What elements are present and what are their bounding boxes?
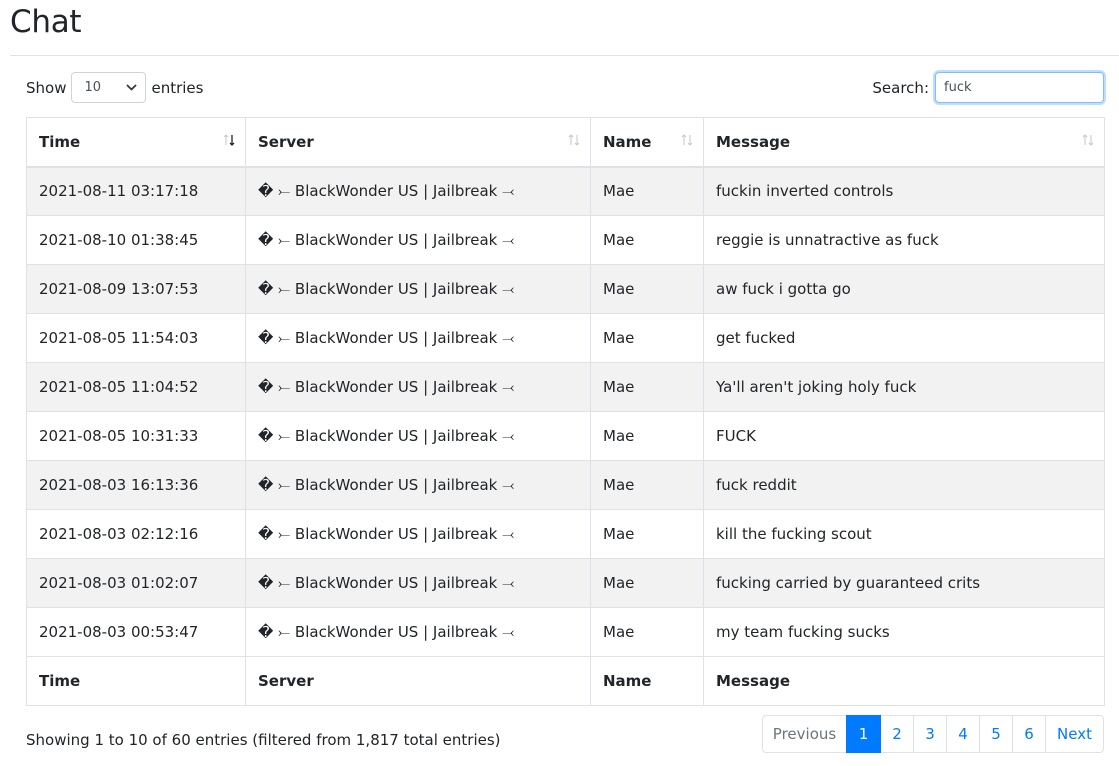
page-button-6[interactable]: 6: [1012, 715, 1046, 753]
entries-per-page-value: 10: [84, 80, 102, 95]
cell-name: Mae: [590, 509, 704, 559]
cell-server: � ⤚ BlackWonder US | Jailbreak ⤙: [245, 166, 591, 216]
page-button-2[interactable]: 2: [880, 715, 914, 753]
page-button-3[interactable]: 3: [913, 715, 947, 753]
table-row: 2021-08-03 01:02:07 � ⤚ BlackWonder US |…: [26, 558, 1105, 608]
table-row: 2021-08-05 10:31:33 � ⤚ BlackWonder US |…: [26, 411, 1105, 461]
length-prefix-label: Show: [26, 78, 67, 97]
table-info-text: Showing 1 to 10 of 60 entries (filtered …: [26, 731, 501, 749]
cell-server: � ⤚ BlackWonder US | Jailbreak ⤙: [245, 264, 591, 314]
table-row: 2021-08-11 03:17:18 � ⤚ BlackWonder US |…: [26, 166, 1105, 216]
sort-arrows-icon: [568, 134, 580, 146]
cell-time: 2021-08-05 11:04:52: [26, 362, 246, 412]
search-control: Search:: [872, 72, 1104, 103]
table-row: 2021-08-10 01:38:45 � ⤚ BlackWonder US |…: [26, 215, 1105, 265]
sort-arrows-icon: [681, 134, 693, 146]
page-button-5[interactable]: 5: [979, 715, 1013, 753]
cell-message: fuckin inverted controls: [703, 166, 1105, 216]
table-header-row: Time Server Name Message: [26, 117, 1105, 168]
cell-server: � ⤚ BlackWonder US | Jailbreak ⤙: [245, 215, 591, 265]
cell-name: Mae: [590, 264, 704, 314]
cell-time: 2021-08-03 01:02:07: [26, 558, 246, 608]
cell-server: � ⤚ BlackWonder US | Jailbreak ⤙: [245, 607, 591, 657]
cell-name: Mae: [590, 313, 704, 363]
footer-label-server: Server: [245, 656, 591, 706]
entries-length-control: Show 10 entries: [26, 72, 203, 103]
title-divider: [10, 55, 1119, 56]
cell-time: 2021-08-05 11:54:03: [26, 313, 246, 363]
cell-time: 2021-08-11 03:17:18: [26, 166, 246, 216]
sort-descending-icon: [223, 134, 235, 146]
cell-message: my team fucking sucks: [703, 607, 1105, 657]
cell-server: � ⤚ BlackWonder US | Jailbreak ⤙: [245, 509, 591, 559]
cell-message: kill the fucking scout: [703, 509, 1105, 559]
page-button-1[interactable]: 1: [846, 715, 881, 753]
entries-per-page-select[interactable]: 10: [71, 72, 147, 103]
search-input[interactable]: [935, 72, 1104, 103]
table-row: 2021-08-09 13:07:53 � ⤚ BlackWonder US |…: [26, 264, 1105, 314]
cell-message: reggie is unnatractive as fuck: [703, 215, 1105, 265]
footer-label-time: Time: [26, 656, 246, 706]
cell-time: 2021-08-10 01:38:45: [26, 215, 246, 265]
cell-name: Mae: [590, 166, 704, 216]
pagination: Previous 1 2 3 4 5 6 Next: [762, 715, 1104, 753]
chat-table: Time Server Name Message 2021-08-11 03:1…: [26, 117, 1105, 706]
chevron-down-icon: [126, 82, 137, 93]
cell-server: � ⤚ BlackWonder US | Jailbreak ⤙: [245, 313, 591, 363]
column-header-server[interactable]: Server: [245, 117, 591, 168]
previous-page-button[interactable]: Previous: [762, 715, 847, 753]
footer-label-message: Message: [703, 656, 1105, 706]
cell-message: FUCK: [703, 411, 1105, 461]
column-header-message[interactable]: Message: [703, 117, 1105, 168]
table-row: 2021-08-03 02:12:16 � ⤚ BlackWonder US |…: [26, 509, 1105, 559]
cell-message: aw fuck i gotta go: [703, 264, 1105, 314]
search-label: Search:: [872, 78, 929, 97]
cell-server: � ⤚ BlackWonder US | Jailbreak ⤙: [245, 460, 591, 510]
page-title: Chat: [10, 4, 82, 40]
table-footer-row: Time Server Name Message: [26, 656, 1105, 706]
next-page-button[interactable]: Next: [1045, 715, 1104, 753]
column-header-name[interactable]: Name: [590, 117, 704, 168]
cell-message: fucking carried by guaranteed crits: [703, 558, 1105, 608]
table-row: 2021-08-05 11:54:03 � ⤚ BlackWonder US |…: [26, 313, 1105, 363]
table-row: 2021-08-05 11:04:52 � ⤚ BlackWonder US |…: [26, 362, 1105, 412]
cell-time: 2021-08-03 16:13:36: [26, 460, 246, 510]
cell-name: Mae: [590, 558, 704, 608]
cell-time: 2021-08-05 10:31:33: [26, 411, 246, 461]
cell-name: Mae: [590, 362, 704, 412]
cell-message: fuck reddit: [703, 460, 1105, 510]
length-suffix-label: entries: [151, 78, 204, 97]
cell-name: Mae: [590, 460, 704, 510]
cell-time: 2021-08-03 00:53:47: [26, 607, 246, 657]
cell-time: 2021-08-03 02:12:16: [26, 509, 246, 559]
page-button-4[interactable]: 4: [946, 715, 980, 753]
cell-message: Ya'll aren't joking holy fuck: [703, 362, 1105, 412]
table-row: 2021-08-03 16:13:36 � ⤚ BlackWonder US |…: [26, 460, 1105, 510]
cell-time: 2021-08-09 13:07:53: [26, 264, 246, 314]
table-row: 2021-08-03 00:53:47 � ⤚ BlackWonder US |…: [26, 607, 1105, 657]
cell-message: get fucked: [703, 313, 1105, 363]
cell-server: � ⤚ BlackWonder US | Jailbreak ⤙: [245, 558, 591, 608]
cell-server: � ⤚ BlackWonder US | Jailbreak ⤙: [245, 362, 591, 412]
cell-name: Mae: [590, 215, 704, 265]
cell-server: � ⤚ BlackWonder US | Jailbreak ⤙: [245, 411, 591, 461]
sort-arrows-icon: [1082, 134, 1094, 146]
footer-label-name: Name: [590, 656, 704, 706]
column-header-time[interactable]: Time: [26, 117, 246, 168]
cell-name: Mae: [590, 411, 704, 461]
cell-name: Mae: [590, 607, 704, 657]
